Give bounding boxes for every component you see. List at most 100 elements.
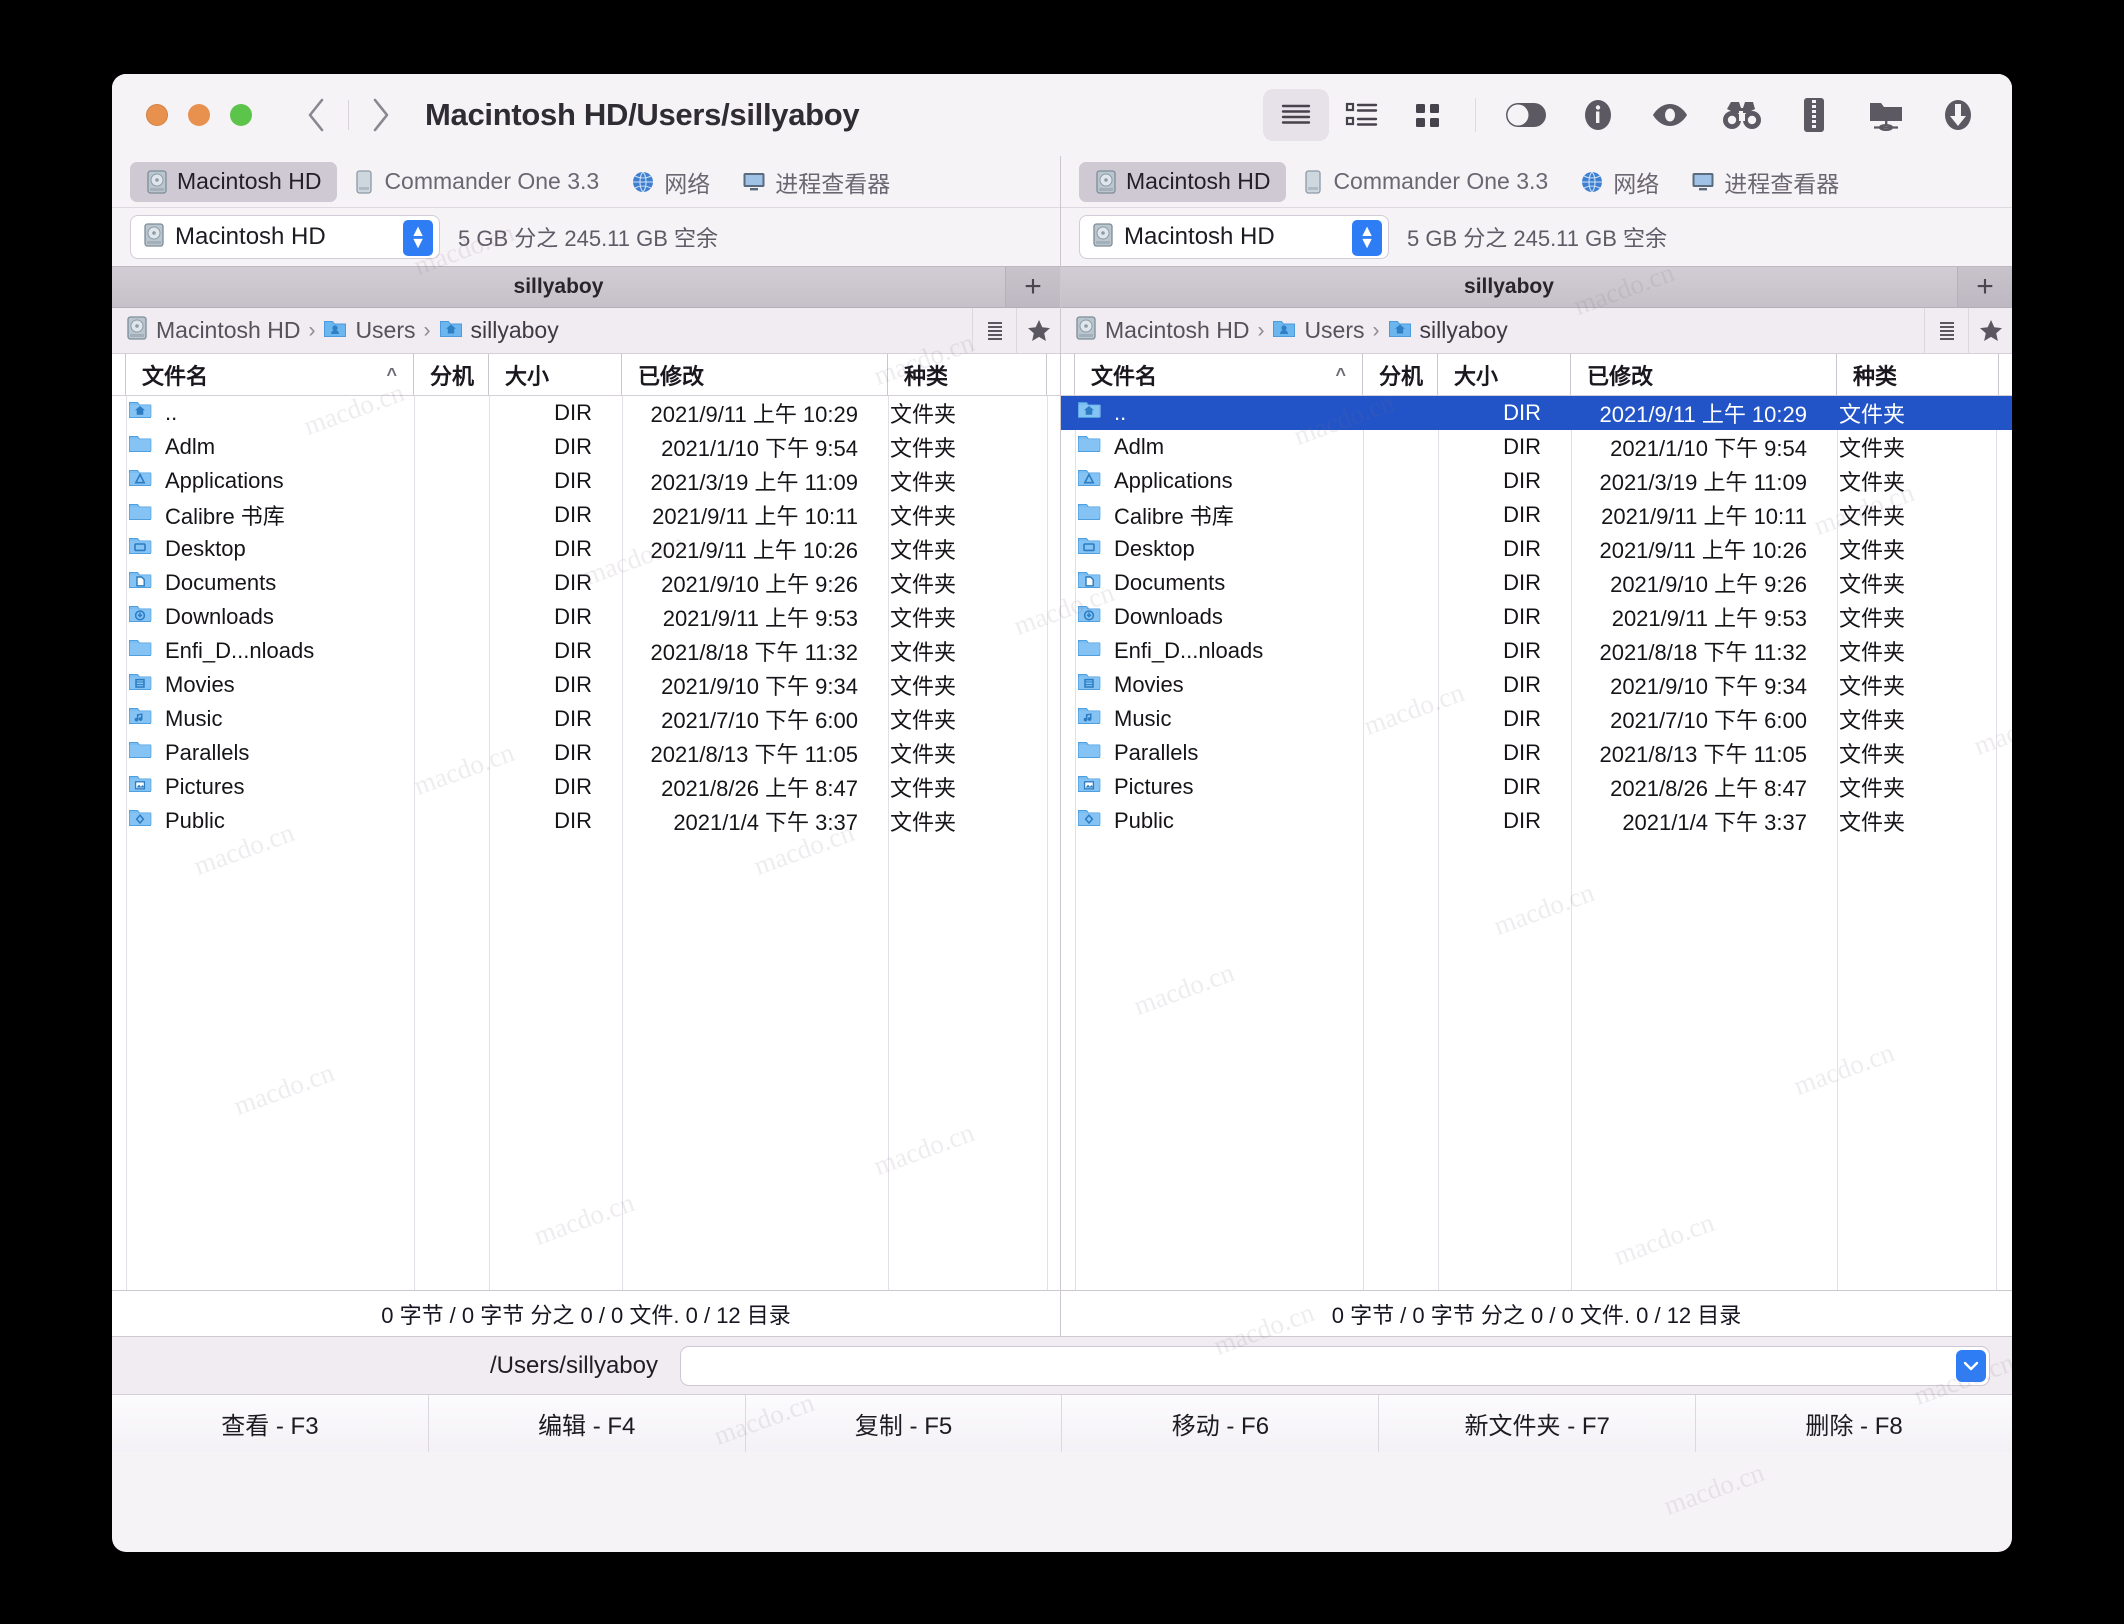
archive-button[interactable]: [1778, 89, 1850, 141]
file-name: Applications: [165, 468, 284, 493]
table-row[interactable]: Music DIR 2021/7/10 下午 6:00 文件夹: [1061, 702, 2012, 736]
cell-modified: 2021/9/11 上午 10:29: [650, 402, 858, 427]
table-row[interactable]: Pictures DIR 2021/8/26 上午 8:47 文件夹: [112, 770, 1060, 804]
device-tab-macintosh-hd[interactable]: Macintosh HD: [1079, 161, 1287, 202]
breadcrumb-item-users[interactable]: Users: [323, 317, 416, 344]
table-row[interactable]: Documents DIR 2021/9/10 上午 9:26 文件夹: [112, 566, 1060, 600]
add-tab-button[interactable]: +: [1006, 267, 1060, 307]
breadcrumb-item-users[interactable]: Users: [1272, 317, 1365, 344]
column-label: 分机: [1379, 363, 1424, 389]
breadcrumb-item-macintosh-hd[interactable]: Macintosh HD: [1075, 315, 1249, 346]
fkey-view[interactable]: 查看 - F3: [112, 1395, 429, 1452]
command-input[interactable]: [680, 1345, 1990, 1386]
favorite-button[interactable]: [1968, 307, 2012, 354]
cell-ext: [1349, 430, 1424, 464]
table-row[interactable]: Enfi_D...nloads DIR 2021/8/18 下午 11:32 文件夹: [112, 634, 1060, 668]
column-header-size[interactable]: 大小: [1438, 354, 1571, 395]
breadcrumb-item-sillyaboy[interactable]: sillyaboy: [439, 317, 559, 344]
fkey-delete[interactable]: 删除 - F8: [1696, 1395, 2012, 1452]
table-row[interactable]: Public DIR 2021/1/4 下午 3:37 文件夹: [1061, 804, 2012, 838]
table-row[interactable]: Calibre 书库 DIR 2021/9/11 上午 10:11 文件夹: [1061, 498, 2012, 532]
table-row[interactable]: Desktop DIR 2021/9/11 上午 10:26 文件夹: [1061, 532, 2012, 566]
history-list-button[interactable]: [1924, 307, 1968, 354]
device-tab-commander-one[interactable]: Commander One 3.3: [1286, 162, 1564, 202]
cell-ext: [400, 804, 475, 838]
column-header-ext[interactable]: 分机: [414, 354, 489, 395]
table-row[interactable]: Downloads DIR 2021/9/11 上午 9:53 文件夹: [112, 600, 1060, 634]
table-row[interactable]: .. DIR 2021/9/11 上午 10:29 文件夹: [112, 396, 1060, 430]
table-row[interactable]: Pictures DIR 2021/8/26 上午 8:47 文件夹: [1061, 770, 2012, 804]
breadcrumb-item-sillyaboy[interactable]: sillyaboy: [1388, 317, 1508, 344]
device-tab-process-viewer[interactable]: 进程查看器: [1675, 162, 1855, 202]
table-row[interactable]: .. DIR 2021/9/11 上午 10:29 文件夹: [1061, 396, 2012, 430]
cell-size: DIR: [554, 400, 592, 425]
favorite-button[interactable]: [1016, 307, 1060, 354]
drive-stepper[interactable]: ▲ ▼: [403, 220, 433, 256]
column-header-ext[interactable]: 分机: [1363, 354, 1438, 395]
fkey-edit[interactable]: 编辑 - F4: [428, 1395, 746, 1452]
table-row[interactable]: Desktop DIR 2021/9/11 上午 10:26 文件夹: [112, 532, 1060, 566]
table-row[interactable]: Music DIR 2021/7/10 下午 6:00 文件夹: [112, 702, 1060, 736]
network-folder-button[interactable]: [1850, 89, 1922, 141]
table-row[interactable]: Downloads DIR 2021/9/11 上午 9:53 文件夹: [1061, 600, 2012, 634]
documents-folder-icon: [128, 568, 154, 598]
folder-tab-sillyaboy[interactable]: sillyaboy: [1061, 267, 1958, 307]
brief-view-button[interactable]: [1263, 89, 1329, 141]
table-row[interactable]: Movies DIR 2021/9/10 下午 9:34 文件夹: [1061, 668, 2012, 702]
dual-pane-toggle[interactable]: [1490, 89, 1562, 141]
table-row[interactable]: Applications DIR 2021/3/19 上午 11:09 文件夹: [112, 464, 1060, 498]
close-button[interactable]: [146, 104, 168, 126]
left-file-list[interactable]: .. DIR 2021/9/11 上午 10:29 文件夹 Adlm DIR 2021/1/…: [112, 396, 1060, 1290]
table-row[interactable]: Calibre 书库 DIR 2021/9/11 上午 10:11 文件夹: [112, 498, 1060, 532]
table-row[interactable]: Public DIR 2021/1/4 下午 3:37 文件夹: [112, 804, 1060, 838]
device-tab-commander-one[interactable]: Commander One 3.3: [337, 162, 615, 202]
fkey-copy[interactable]: 复制 - F5: [745, 1395, 1063, 1452]
add-tab-button[interactable]: +: [1958, 267, 2012, 307]
fkey-move[interactable]: 移动 - F6: [1062, 1395, 1380, 1452]
file-name: Adlm: [1114, 434, 1165, 459]
table-row[interactable]: Adlm DIR 2021/1/10 下午 9:54 文件夹: [112, 430, 1060, 464]
column-header-kind[interactable]: 种类: [1837, 354, 1999, 395]
device-tab-process-viewer[interactable]: 进程查看器: [726, 162, 906, 202]
table-row[interactable]: Parallels DIR 2021/8/13 下午 11:05 文件夹: [1061, 736, 2012, 770]
thumbnails-view-button[interactable]: [1395, 89, 1461, 141]
history-list-button[interactable]: [972, 307, 1016, 354]
column-header-modified[interactable]: 已修改: [622, 354, 888, 395]
column-header-kind[interactable]: 种类: [888, 354, 1047, 395]
back-button[interactable]: [294, 93, 338, 137]
info-button[interactable]: [1562, 89, 1634, 141]
drive-stepper[interactable]: ▲ ▼: [1352, 220, 1382, 256]
table-row[interactable]: Parallels DIR 2021/8/13 下午 11:05 文件夹: [112, 736, 1060, 770]
table-row[interactable]: Movies DIR 2021/9/10 下午 9:34 文件夹: [112, 668, 1060, 702]
folder-tab-sillyaboy[interactable]: sillyaboy: [112, 267, 1006, 307]
table-row[interactable]: Applications DIR 2021/3/19 上午 11:09 文件夹: [1061, 464, 2012, 498]
column-header-size[interactable]: 大小: [489, 354, 622, 395]
fkey-new-folder[interactable]: 新文件夹 - F7: [1379, 1395, 1697, 1452]
search-button[interactable]: [1706, 89, 1778, 141]
download-button[interactable]: [1922, 89, 1994, 141]
device-tab-network[interactable]: 网络: [1564, 162, 1675, 202]
drive-select[interactable]: Macintosh HD ▲ ▼: [130, 215, 440, 259]
maximize-button[interactable]: [230, 104, 252, 126]
toggle-switch-icon: [1506, 103, 1546, 127]
column-header-modified[interactable]: 已修改: [1571, 354, 1837, 395]
forward-button[interactable]: [359, 93, 403, 137]
column-header-name[interactable]: 文件名 ^: [126, 354, 414, 395]
drive-select[interactable]: Macintosh HD ▲ ▼: [1079, 215, 1389, 259]
table-row[interactable]: Adlm DIR 2021/1/10 下午 9:54 文件夹: [1061, 430, 2012, 464]
applications-folder-icon: [129, 470, 152, 486]
breadcrumb-item-macintosh-hd[interactable]: Macintosh HD: [126, 315, 300, 346]
device-tab-macintosh-hd[interactable]: Macintosh HD: [130, 161, 338, 202]
device-tab-network[interactable]: 网络: [615, 162, 726, 202]
minimize-button[interactable]: [188, 104, 210, 126]
table-row[interactable]: Enfi_D...nloads DIR 2021/8/18 下午 11:32 文件夹: [1061, 634, 2012, 668]
right-file-list[interactable]: .. DIR 2021/9/11 上午 10:29 文件夹 Adlm DIR 2021/1/…: [1061, 396, 2012, 1290]
left-device-tabs: Macintosh HD Commander One 3.3 网络 进程查看器: [112, 156, 1060, 208]
column-header-name[interactable]: 文件名 ^: [1075, 354, 1363, 395]
full-view-button[interactable]: [1329, 89, 1395, 141]
path-dropdown-button[interactable]: [1956, 1349, 1986, 1382]
path-input-wrap: [680, 1345, 2012, 1386]
table-row[interactable]: Documents DIR 2021/9/10 上午 9:26 文件夹: [1061, 566, 2012, 600]
cell-ext: [1349, 464, 1424, 498]
quick-look-button[interactable]: [1634, 89, 1706, 141]
